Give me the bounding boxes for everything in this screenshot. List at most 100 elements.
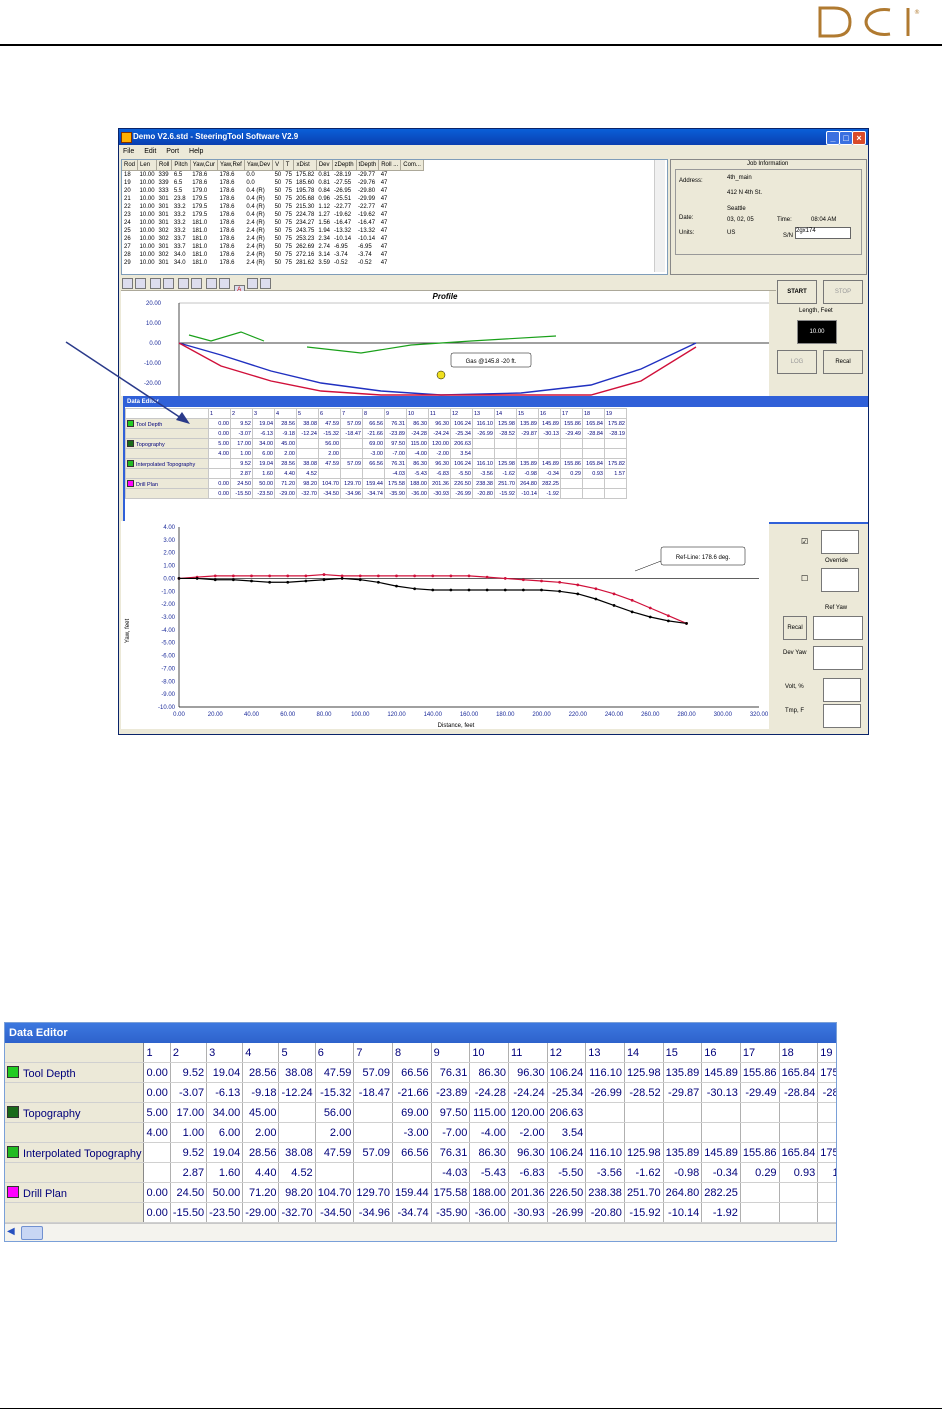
de-cell[interactable]: 4.00 xyxy=(143,1122,171,1143)
de-cell[interactable]: 2.00 xyxy=(315,1122,355,1143)
de-cell[interactable] xyxy=(604,448,627,459)
ref-yaw-field[interactable] xyxy=(813,616,863,640)
de-cell[interactable]: 155.86 xyxy=(740,1142,780,1163)
menu-help[interactable]: Help xyxy=(189,148,203,155)
de-cell[interactable]: 28.56 xyxy=(242,1142,280,1163)
de-cell[interactable]: 66.56 xyxy=(392,1142,432,1163)
de-col-header[interactable]: 11 xyxy=(428,408,451,419)
de-cell[interactable]: 4.40 xyxy=(274,468,297,479)
de-cell[interactable]: -1.92 xyxy=(701,1202,741,1223)
de-cell[interactable] xyxy=(701,1122,741,1143)
de-cell[interactable] xyxy=(340,438,363,449)
de-cell[interactable] xyxy=(817,1122,836,1143)
table-icon[interactable] xyxy=(177,278,189,289)
de-cell[interactable]: -0.34 xyxy=(701,1162,741,1183)
de-cell[interactable]: 116.10 xyxy=(585,1062,625,1083)
de-cell[interactable]: 226.50 xyxy=(450,478,473,489)
de-cell[interactable]: -0.98 xyxy=(516,468,539,479)
de-col-header[interactable]: 6 xyxy=(315,1043,355,1063)
de-cell[interactable]: 104.70 xyxy=(315,1182,355,1203)
rod-col-header[interactable]: Pitch xyxy=(171,160,191,171)
de-cell[interactable]: 0.29 xyxy=(740,1162,780,1183)
menu-edit[interactable]: Edit xyxy=(144,148,156,155)
de-cell[interactable]: 9.52 xyxy=(230,458,253,469)
de-cell[interactable]: 56.00 xyxy=(315,1102,355,1123)
override-checkbox-1[interactable]: ☑ xyxy=(801,537,808,546)
de-cell[interactable]: 106.24 xyxy=(450,458,473,469)
de-cell[interactable]: 76.31 xyxy=(384,418,407,429)
de-cell[interactable]: 0.00 xyxy=(208,478,231,489)
de-cell[interactable]: 175.58 xyxy=(384,478,407,489)
de-cell[interactable]: 28.56 xyxy=(274,458,297,469)
rod-col-header[interactable]: Yaw,Ref xyxy=(217,160,245,171)
rod-row[interactable]: 20 10.00 333 5.5 179.0 178.6 0.4 (R) 50 75 195.78… xyxy=(122,187,423,195)
de-cell[interactable] xyxy=(779,1102,819,1123)
rod-col-header[interactable]: Com... xyxy=(400,160,424,171)
de-cell[interactable]: 57.09 xyxy=(353,1142,393,1163)
de-cell[interactable] xyxy=(208,468,231,479)
de-cell[interactable]: 206.63 xyxy=(450,438,473,449)
de-cell[interactable] xyxy=(604,478,627,489)
de-cell[interactable]: 9.52 xyxy=(170,1142,208,1163)
volt-field[interactable] xyxy=(823,678,861,702)
de-cell[interactable]: 5.00 xyxy=(208,438,231,449)
de-cell[interactable]: -25.34 xyxy=(450,428,473,439)
map-icon[interactable] xyxy=(205,278,217,289)
de-cell[interactable]: 6.00 xyxy=(252,448,275,459)
de-cell[interactable]: 47.59 xyxy=(318,458,341,469)
de-cell[interactable] xyxy=(538,438,561,449)
de-cell[interactable]: 28.56 xyxy=(274,418,297,429)
de-cell[interactable] xyxy=(582,448,605,459)
de-cell[interactable]: 57.09 xyxy=(353,1062,393,1083)
rod-col-header[interactable]: Yaw,Dev xyxy=(244,160,274,171)
de-col-header[interactable]: 6 xyxy=(318,408,341,419)
de-cell[interactable] xyxy=(318,468,341,479)
de-cell[interactable]: -29.49 xyxy=(740,1082,780,1103)
de-cell[interactable]: 165.84 xyxy=(582,418,605,429)
de-cell[interactable]: -34.74 xyxy=(392,1202,432,1223)
de-cell[interactable]: -0.34 xyxy=(538,468,561,479)
de-cell[interactable]: 2.00 xyxy=(318,448,341,459)
de-cell[interactable]: 4.52 xyxy=(278,1162,316,1183)
de-col-header[interactable]: 14 xyxy=(494,408,517,419)
de-col-header[interactable]: 19 xyxy=(604,408,627,419)
de-cell[interactable]: 86.30 xyxy=(406,418,429,429)
de-cell[interactable]: 116.10 xyxy=(585,1142,625,1163)
rod-col-header[interactable]: Len xyxy=(137,160,158,171)
de-cell[interactable]: -26.99 xyxy=(472,428,495,439)
de-cell[interactable]: -21.66 xyxy=(392,1082,432,1103)
de-cell[interactable]: -26.99 xyxy=(450,488,473,499)
de-cell[interactable]: 115.00 xyxy=(469,1102,509,1123)
de-cell[interactable]: 50.00 xyxy=(206,1182,244,1203)
de-cell[interactable] xyxy=(516,448,539,459)
de-cell[interactable]: 155.86 xyxy=(740,1062,780,1083)
de-cell[interactable]: 38.08 xyxy=(296,458,319,469)
de-cell[interactable]: -23.89 xyxy=(384,428,407,439)
de-cell[interactable]: 106.24 xyxy=(450,418,473,429)
de-cell[interactable]: 98.20 xyxy=(296,478,319,489)
de-cell[interactable] xyxy=(278,1122,316,1143)
de-col-header[interactable]: 18 xyxy=(582,408,605,419)
de-col-header[interactable]: 1 xyxy=(143,1043,171,1063)
de-cell[interactable]: -4.00 xyxy=(406,448,429,459)
de-cell[interactable]: -0.98 xyxy=(663,1162,703,1183)
de-cell[interactable]: 2.87 xyxy=(170,1162,208,1183)
de-col-header[interactable]: 19 xyxy=(817,1043,836,1063)
de-cell[interactable]: -3.56 xyxy=(472,468,495,479)
de-cell[interactable] xyxy=(585,1122,625,1143)
maximize-button[interactable]: □ xyxy=(839,131,853,145)
de-cell[interactable]: 251.70 xyxy=(494,478,517,489)
de-cell[interactable]: 66.56 xyxy=(392,1062,432,1083)
de-cell[interactable]: -23.89 xyxy=(431,1082,471,1103)
de-cell[interactable]: 201.36 xyxy=(508,1182,548,1203)
ref-yaw-recal-button[interactable]: Recal xyxy=(783,616,807,640)
de-cell[interactable]: 238.38 xyxy=(472,478,495,489)
rod-col-header[interactable]: tDepth xyxy=(356,160,380,171)
de-cell[interactable]: 57.09 xyxy=(340,418,363,429)
de-cell[interactable]: 135.89 xyxy=(516,418,539,429)
de-cell[interactable]: -29.00 xyxy=(242,1202,280,1223)
save-icon[interactable] xyxy=(135,278,146,289)
de-cell[interactable]: -1.92 xyxy=(538,488,561,499)
de-cell[interactable] xyxy=(779,1182,819,1203)
de-cell[interactable] xyxy=(779,1202,819,1223)
